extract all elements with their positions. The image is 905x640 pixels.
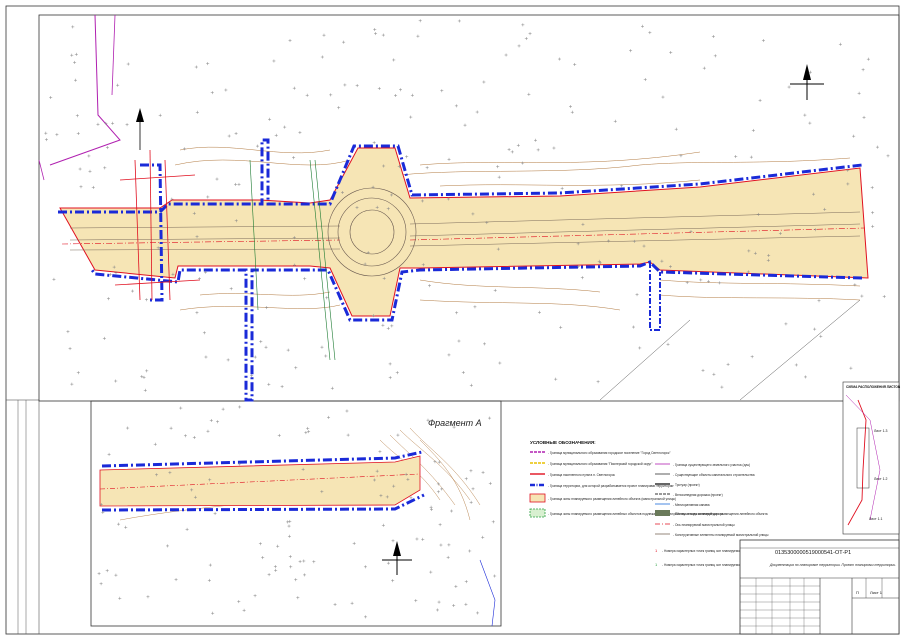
legend-item: - Полоса отвода железной дороги xyxy=(673,512,723,516)
title-block: 0135300000519000541-ОТ-Р1 Документация п… xyxy=(739,539,900,635)
legend-item: - Граница муниципального образования гор… xyxy=(548,451,671,455)
key-plan-sheet: Лист 1.2 xyxy=(874,477,887,481)
legend-item: - Граница территории, для которой разраб… xyxy=(548,484,674,488)
drawing-sheet: Фрагмент А УСЛОВНЫЕ ОБОЗНАЧЕНИЯ: - Грани… xyxy=(5,5,901,635)
legend-item: - Граница населенного пункта п. Светлого… xyxy=(548,473,616,477)
legend-item: - Конструктивные элементы планируемой ма… xyxy=(673,533,769,537)
legend-item: - Существующие объекты капитального стро… xyxy=(673,473,755,477)
legend-item: - Граница существующего земельного участ… xyxy=(673,463,750,467)
document-code: 0135300000519000541-ОТ-Р1 xyxy=(775,550,851,556)
legend-item: - Граница зоны планируемого размещения л… xyxy=(548,497,676,501)
key-plan-sheet: Лист 1.1 xyxy=(869,517,882,521)
legend-item: - Велосипедная дорожка (проект) xyxy=(673,493,723,497)
sheet-number: Лист 1 xyxy=(870,590,883,595)
legend-item: - Ось планируемой магистральной улицы xyxy=(673,523,735,527)
stage-letter: П xyxy=(856,590,859,595)
fragment-label: Фрагмент А xyxy=(428,418,482,428)
key-plan-title: СХЕМА РАСПОЛОЖЕНИЯ ЛИСТОВ xyxy=(846,385,901,389)
legend-title: УСЛОВНЫЕ ОБОЗНАЧЕНИЯ: xyxy=(530,440,596,445)
legend-item: - Мелиоративная канава xyxy=(673,503,710,507)
legend-item: - Тротуар (проект) xyxy=(673,483,700,487)
key-plan: СХЕМА РАСПОЛОЖЕНИЯ ЛИСТОВ Лист 1.3 Лист … xyxy=(842,381,901,535)
document-description: Документация по планировке территории. П… xyxy=(769,563,896,567)
key-plan-sheet: Лист 1.3 xyxy=(874,429,887,433)
legend-item: - Граница муниципального образования "Пи… xyxy=(548,462,652,466)
